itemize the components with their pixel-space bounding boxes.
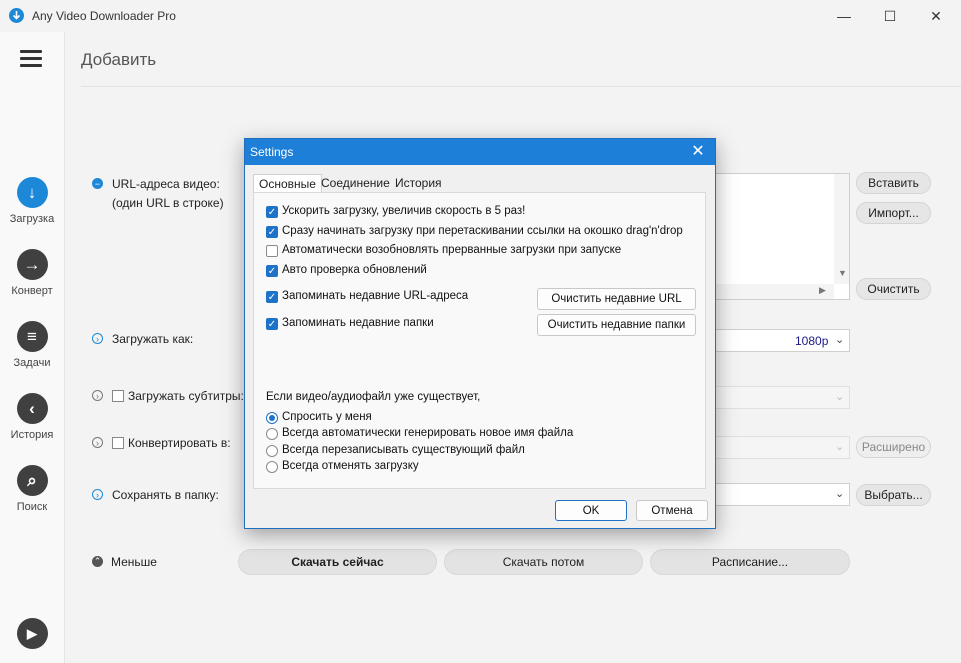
schedule-button[interactable]: Расписание... xyxy=(650,549,850,575)
checkbox-auto-resume[interactable] xyxy=(266,245,278,257)
download-icon: ↓ xyxy=(16,177,48,208)
cancel-button[interactable]: Отмена xyxy=(636,500,708,521)
minimize-button[interactable]: — xyxy=(821,0,867,32)
radio-ask[interactable] xyxy=(266,412,278,424)
paste-button[interactable]: Вставить xyxy=(856,172,931,194)
convert-checkbox[interactable] xyxy=(112,437,124,449)
play-button[interactable]: ▶ xyxy=(0,618,64,649)
sidebar-item-tasks[interactable]: ≡ Задачи xyxy=(0,321,64,369)
dialog-close-button[interactable]: ✕ xyxy=(685,141,711,163)
download-later-button[interactable]: Скачать потом xyxy=(444,549,643,575)
url-label: URL-адреса видео: xyxy=(112,177,220,191)
sidebar-item-convert[interactable]: → Конверт xyxy=(0,249,64,297)
sidebar-item-history[interactable]: ‹ История xyxy=(0,393,64,441)
app-title: Any Video Downloader Pro xyxy=(32,9,176,23)
exists-heading: Если видео/аудиофайл уже существует, xyxy=(266,391,481,403)
checkbox-label: Авто проверка обновлений xyxy=(282,264,427,276)
divider xyxy=(81,86,961,87)
checkbox-remember-urls[interactable]: ✓ xyxy=(266,291,278,303)
radio-label: Всегда автоматически генерировать новое … xyxy=(282,427,574,439)
subtitles-checkbox[interactable] xyxy=(112,390,124,402)
checkbox-label: Сразу начинать загрузку при перетаскиван… xyxy=(282,225,683,237)
download-as-label: Загружать как: xyxy=(112,332,194,346)
radio-label: Всегда перезаписывать существующий файл xyxy=(282,444,525,456)
convert-icon: → xyxy=(16,249,48,280)
collapse-icon[interactable]: − xyxy=(92,178,103,189)
choose-folder-button[interactable]: Выбрать... xyxy=(856,484,931,506)
url-hint: (один URL в строке) xyxy=(112,196,224,210)
play-icon: ▶ xyxy=(16,618,48,649)
url-textarea[interactable] xyxy=(714,173,850,300)
sidebar-item-label: Конверт xyxy=(11,285,53,297)
checkbox-auto-update[interactable]: ✓ xyxy=(266,265,278,277)
clear-button[interactable]: Очистить xyxy=(856,278,931,300)
checkbox-label: Автоматически возобновлять прерванные за… xyxy=(282,244,622,256)
checkbox-speedup[interactable]: ✓ xyxy=(266,206,278,218)
subtitles-select[interactable]: ⌄ xyxy=(714,386,850,409)
maximize-button[interactable]: ☐ xyxy=(867,0,913,32)
sidebar-item-download[interactable]: ↓ Загрузка xyxy=(0,177,64,225)
radio-rename[interactable] xyxy=(266,428,278,440)
scroll-right-icon[interactable]: ▶ xyxy=(819,285,826,296)
chevron-down-icon: ⌄ xyxy=(835,334,845,346)
clear-recent-folders-button[interactable]: Очистить недавние папки xyxy=(537,314,696,336)
checkbox-label: Ускорить загрузку, увеличив скорость в 5… xyxy=(282,205,526,217)
tab-basic[interactable]: Основные xyxy=(253,174,322,193)
save-to-label: Сохранять в папку: xyxy=(112,488,219,502)
download-now-button[interactable]: Скачать сейчас xyxy=(238,549,437,575)
dialog-title: Settings xyxy=(250,145,294,159)
expand-icon[interactable]: › xyxy=(92,489,103,500)
radio-cancel[interactable] xyxy=(266,461,278,473)
tab-connection[interactable]: Соединение xyxy=(316,174,395,192)
expand-icon[interactable]: › xyxy=(92,333,103,344)
less-label[interactable]: Меньше xyxy=(111,555,157,569)
sidebar-item-label: Загрузка xyxy=(9,213,55,225)
ok-button[interactable]: OK xyxy=(555,500,627,521)
chevron-down-icon: ⌄ xyxy=(835,488,845,500)
sidebar-item-label: Задачи xyxy=(13,357,51,369)
convert-select[interactable]: ⌄ xyxy=(714,436,850,459)
expand-icon[interactable]: › xyxy=(92,437,103,448)
subtitles-label: Загружать субтитры: xyxy=(128,389,244,403)
radio-label: Всегда отменять загрузку xyxy=(282,460,419,472)
app-logo-icon xyxy=(9,8,24,23)
quality-value: 1080p xyxy=(795,334,829,348)
close-button[interactable]: ✕ xyxy=(913,0,959,32)
checkbox-label: Запоминать недавние URL-адреса xyxy=(282,290,469,302)
sidebar-item-label: Поиск xyxy=(16,501,48,513)
collapse-less-icon[interactable]: ⌃ xyxy=(92,556,103,567)
search-icon: ⌕ xyxy=(16,465,48,496)
quality-select[interactable]: 1080p ⌄ xyxy=(714,329,850,352)
clear-recent-urls-button[interactable]: Очистить недавние URL xyxy=(537,288,696,310)
settings-dialog: Settings ✕ Основные Соединение История ✓… xyxy=(244,138,716,529)
convert-to-label: Конвертировать в: xyxy=(128,436,231,450)
expand-icon[interactable]: › xyxy=(92,390,103,401)
advanced-button[interactable]: Расширено xyxy=(856,436,931,458)
import-button[interactable]: Импорт... xyxy=(856,202,931,224)
hscrollbar[interactable] xyxy=(715,284,834,299)
sidebar-item-search[interactable]: ⌕ Поиск xyxy=(0,465,64,513)
dialog-title-bar xyxy=(245,139,715,165)
tasks-icon: ≡ xyxy=(16,321,48,352)
folder-select[interactable]: ⌄ xyxy=(714,483,850,506)
tab-history[interactable]: История xyxy=(390,174,447,192)
sidebar-item-label: История xyxy=(10,429,54,441)
checkbox-dragdrop[interactable]: ✓ xyxy=(266,226,278,238)
checkbox-remember-folders[interactable]: ✓ xyxy=(266,318,278,330)
chevron-down-icon: ⌄ xyxy=(835,391,845,403)
chevron-down-icon: ⌄ xyxy=(835,441,845,453)
radio-label: Спросить у меня xyxy=(282,411,372,423)
checkbox-label: Запоминать недавние папки xyxy=(282,317,434,329)
radio-overwrite[interactable] xyxy=(266,445,278,457)
scroll-down-icon[interactable]: ▼ xyxy=(838,268,847,278)
page-title: Добавить xyxy=(81,50,157,69)
history-icon: ‹ xyxy=(16,393,48,424)
hamburger-menu-icon[interactable] xyxy=(20,50,42,68)
